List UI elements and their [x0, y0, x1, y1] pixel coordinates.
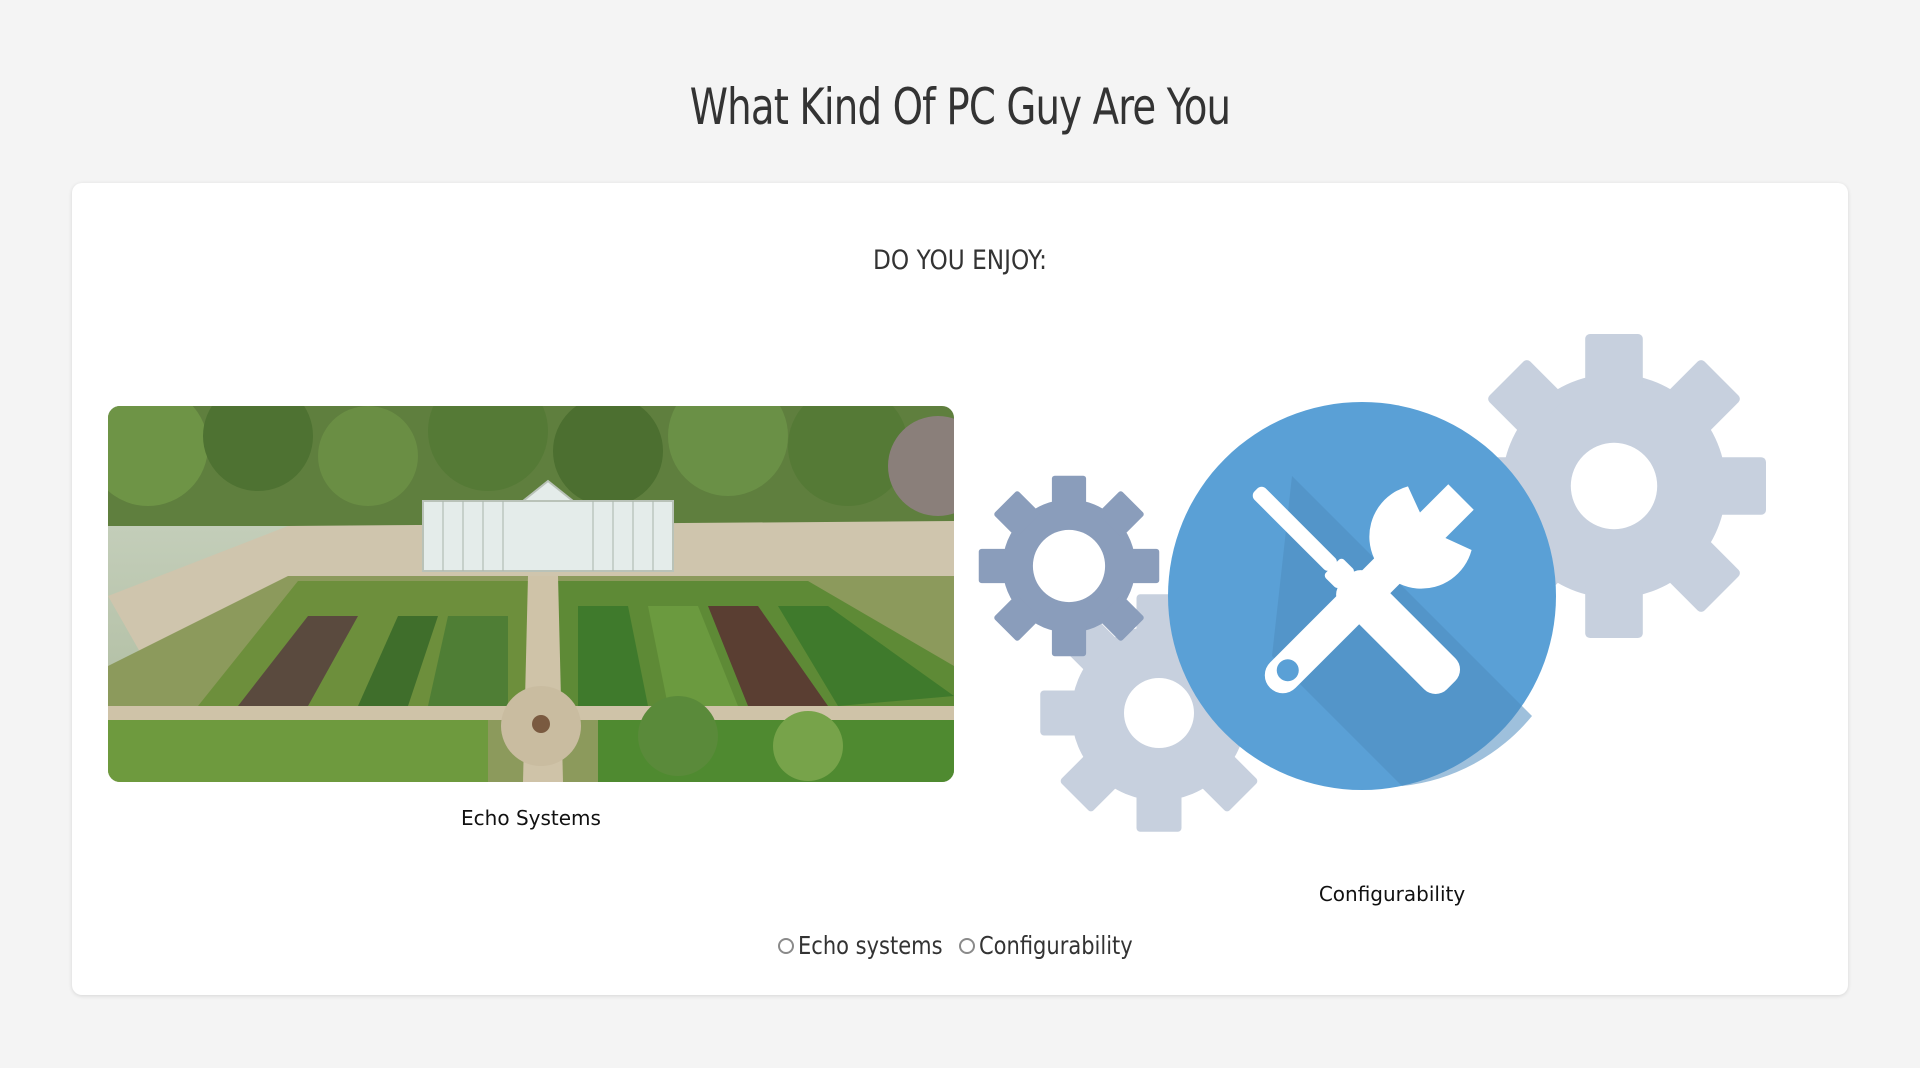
radio-label-echo-systems[interactable]: Echo systems — [798, 931, 943, 960]
option-caption-echo-systems: Echo Systems — [461, 806, 601, 830]
radio-echo-systems[interactable]: Echo systems — [778, 931, 950, 960]
garden-image[interactable] — [108, 406, 954, 782]
page-title: What Kind Of PC Guy Are You — [689, 78, 1231, 136]
radio-circle-icon[interactable] — [958, 937, 975, 954]
question-heading: DO YOU ENJOY: — [873, 245, 1047, 276]
radio-configurability[interactable]: Configurability — [958, 931, 1142, 960]
option-caption-configurability: Configurability — [1318, 882, 1466, 906]
answer-radio-group: Echo systems Configurability — [72, 931, 1848, 960]
radio-circle-icon[interactable] — [778, 937, 795, 954]
configurability-image[interactable] — [972, 331, 1812, 851]
quiz-card: DO YOU ENJOY: Echo Systems Configurabili… — [72, 183, 1848, 995]
radio-label-configurability[interactable]: Configurability — [979, 931, 1133, 960]
